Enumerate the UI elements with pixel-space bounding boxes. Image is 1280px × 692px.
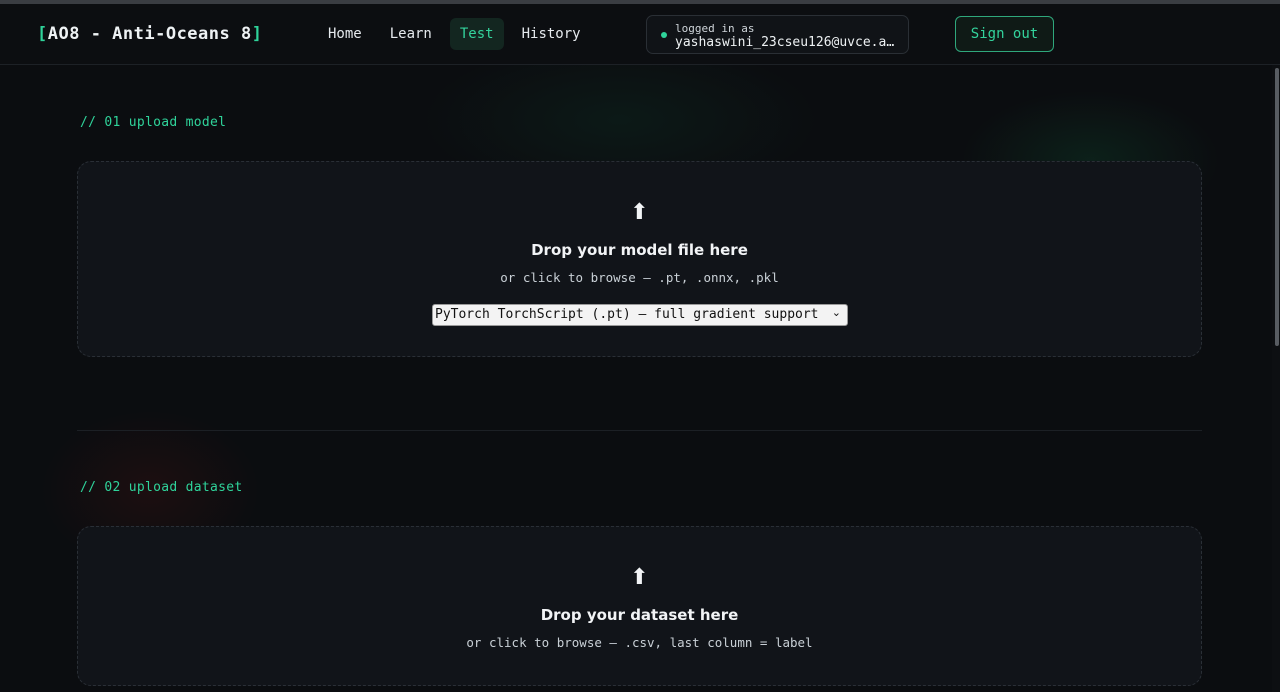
- dataset-dropzone-subtitle: or click to browse — .csv, last column =…: [466, 635, 813, 650]
- model-format-select[interactable]: PyTorch TorchScript (.pt) — full gradien…: [432, 304, 848, 326]
- brand-bracket-open: [: [37, 24, 48, 44]
- main-nav: Home Learn Test History: [318, 18, 591, 50]
- nav-test[interactable]: Test: [449, 18, 504, 50]
- sign-out-button[interactable]: Sign out: [955, 16, 1054, 52]
- dataset-dropzone[interactable]: ⬆ Drop your dataset here or click to bro…: [77, 526, 1202, 686]
- dataset-dropzone-title: Drop your dataset here: [540, 606, 739, 624]
- top-nav-bar: [AO8 - Anti-Oceans 8] Home Learn Test Hi…: [0, 4, 1280, 65]
- chevron-down-icon: ⌄: [831, 306, 841, 319]
- logged-in-label: logged in as: [675, 22, 755, 35]
- model-dropzone-title: Drop your model file here: [531, 241, 748, 259]
- model-dropzone[interactable]: ⬆ Drop your model file here or click to …: [77, 161, 1202, 357]
- brand-name: AO8 - Anti-Oceans 8: [47, 24, 252, 44]
- section-label-upload-model: // 01 upload model: [80, 115, 227, 130]
- brand-logo[interactable]: [AO8 - Anti-Oceans 8]: [37, 24, 262, 44]
- upload-arrow-icon: ⬆: [630, 565, 649, 590]
- model-dropzone-subtitle: or click to browse — .pt, .onnx, .pkl: [500, 270, 779, 285]
- page-scrollbar-thumb[interactable]: [1275, 68, 1279, 346]
- user-info-box: logged in as yashaswini_23cseu126@uvce.a…: [646, 15, 909, 54]
- section-divider: [77, 430, 1202, 431]
- section-label-upload-dataset: // 02 upload dataset: [80, 480, 243, 495]
- online-status-dot-icon: [661, 32, 667, 38]
- brand-bracket-close: ]: [251, 24, 263, 44]
- nav-history[interactable]: History: [512, 18, 591, 50]
- nav-home[interactable]: Home: [318, 18, 372, 50]
- model-format-selected: PyTorch TorchScript (.pt) — full gradien…: [435, 307, 819, 322]
- upload-arrow-icon: ⬆: [630, 200, 649, 225]
- user-email: yashaswini_23cseu126@uvce.ac.in: [675, 35, 901, 50]
- nav-learn[interactable]: Learn: [380, 18, 442, 50]
